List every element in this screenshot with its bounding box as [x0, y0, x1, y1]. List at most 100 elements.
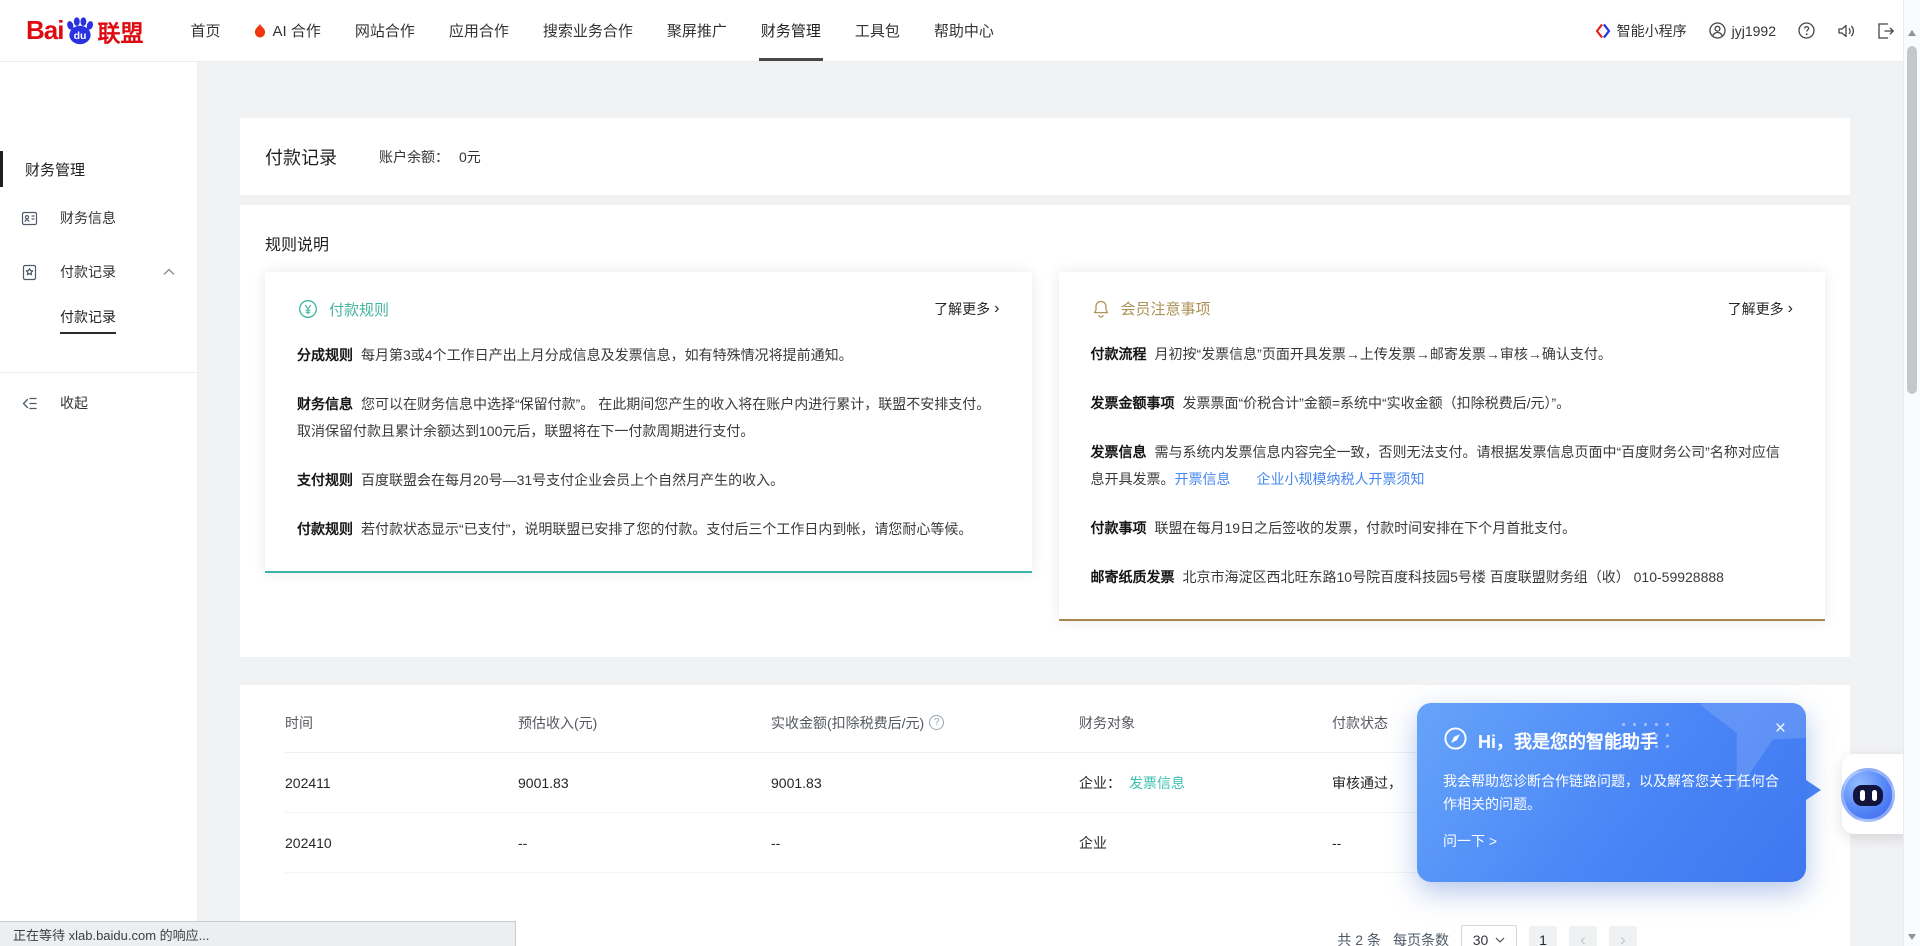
page-size-select[interactable]: 30	[1461, 925, 1517, 946]
sidebar-subitem-payment-records[interactable]: 付款记录	[0, 300, 197, 340]
learn-more-link[interactable]: 了解更多›	[1728, 299, 1793, 319]
table-cell: 9001.83	[518, 775, 771, 791]
smart-mini-program-link[interactable]: 智能小程序	[1595, 21, 1687, 41]
logo-bai-text: Bai	[26, 15, 63, 46]
browser-status-bar: 正在等待 xlab.baidu.com 的响应...	[0, 921, 516, 946]
close-icon[interactable]: ×	[1775, 719, 1786, 738]
sidebar-collapse-button[interactable]: 收起	[0, 383, 197, 423]
ask-link[interactable]: 问一下 >	[1443, 831, 1780, 851]
learn-more-link[interactable]: 了解更多›	[934, 299, 999, 319]
nav-item[interactable]: 工具包	[838, 0, 917, 62]
column-header-label: 时间	[285, 713, 313, 733]
assistant-robot-button[interactable]	[1841, 768, 1895, 822]
assistant-popup-tail	[1806, 780, 1821, 800]
balance-value: 0元	[459, 147, 481, 167]
nav-item[interactable]: 首页	[173, 0, 237, 62]
sidebar-items: 财务信息付款记录	[0, 191, 197, 299]
logo-union-text: 联盟	[97, 14, 143, 48]
flame-icon	[254, 23, 266, 38]
sidebar-section-title[interactable]: 财务管理	[0, 150, 197, 188]
rule-item-text: 百度联盟会在每月20号—31号支付企业会员上个自然月产生的收入。	[361, 472, 784, 488]
rule-item-text: 若付款状态显示“已支付”，说明联盟已安排了您的付款。支付后三个工作日内到帐，请您…	[361, 521, 972, 537]
finance-object: 企业：	[1079, 775, 1121, 791]
learn-more-label: 了解更多	[1728, 299, 1784, 319]
table-cell: --	[771, 835, 1079, 851]
column-header-label: 财务对象	[1079, 713, 1135, 733]
rule-item: 分成规则每月第3或4个工作日产出上月分成信息及发票信息，如有特殊情况将提前通知。	[297, 342, 1000, 369]
help-tooltip-icon[interactable]: ?	[929, 715, 944, 730]
user-account[interactable]: jyj1992	[1709, 22, 1776, 39]
prev-icon: ‹	[1580, 930, 1586, 946]
baidu-paw-icon: du	[64, 16, 96, 45]
topbar-right: 智能小程序 jyj1992	[1595, 21, 1894, 41]
rule-item: 财务信息您可以在财务信息中选择“保留付款”。 在此期间您产生的收入将在账户内进行…	[297, 391, 1000, 445]
nav-item[interactable]: 应用合作	[432, 0, 526, 62]
collapse-label: 收起	[60, 393, 88, 413]
baidu-union-logo[interactable]: Bai du 联盟	[26, 14, 143, 48]
finance-info-icon	[21, 210, 43, 227]
page-size-label: 每页条数	[1393, 930, 1449, 946]
rule-item-label: 发票信息	[1091, 444, 1147, 460]
column-header: 预估收入(元)	[518, 713, 771, 733]
next-page-button[interactable]: ›	[1609, 926, 1637, 946]
nav-item[interactable]: 帮助中心	[917, 0, 1011, 62]
rule-item-label: 发票金额事项	[1091, 395, 1175, 411]
rule-card-title: 会员注意事项	[1121, 298, 1211, 319]
page-title: 付款记录	[265, 144, 337, 170]
scroll-up-arrow[interactable]	[1908, 30, 1916, 36]
invoice-info-link[interactable]: 发票信息	[1129, 775, 1185, 791]
chevron-right-icon: ›	[1788, 301, 1793, 317]
scroll-down-arrow[interactable]	[1908, 934, 1916, 940]
nav-item-label: 网站合作	[355, 20, 415, 41]
next-icon: ›	[1620, 930, 1626, 946]
vertical-scrollbar[interactable]	[1903, 0, 1920, 946]
user-icon	[1709, 22, 1726, 39]
learn-more-label: 了解更多	[934, 299, 990, 319]
table-cell: 企业： 发票信息	[1079, 773, 1332, 793]
chevron-right-icon: ›	[994, 301, 999, 317]
rule-card: 会员注意事项 了解更多› 付款流程月初按“发票信息”页面开具发票→上传发票→邮寄发票…	[1059, 272, 1826, 621]
sidebar-item[interactable]: 付款记录	[0, 245, 197, 299]
top-navigation-bar: Bai du 联盟 首页AI 合作网站合作应用合作搜索业务合作聚屏推广财务管理 工…	[0, 0, 1920, 62]
nav-item-label: 工具包	[855, 20, 900, 41]
rule-item-text: 每月第3或4个工作日产出上月分成信息及发票信息，如有特殊情况将提前通知。	[361, 347, 853, 363]
scrollbar-thumb[interactable]	[1907, 46, 1917, 394]
rule-item: 发票信息需与系统内发票信息内容完全一致，否则无法支付。请根据发票信息页面中“百度…	[1091, 439, 1794, 493]
table-cell: 202410	[285, 835, 518, 851]
payment-record-icon	[21, 264, 43, 281]
sidebar-subitem-label: 付款记录	[60, 307, 116, 334]
nav-item[interactable]: 财务管理	[744, 0, 838, 62]
username: jyj1992	[1732, 23, 1776, 39]
sidebar-divider	[0, 372, 198, 373]
sound-icon[interactable]	[1837, 23, 1855, 39]
rule-item-link[interactable]: 企业小规模纳税人开票须知	[1257, 471, 1425, 487]
main-nav: 首页AI 合作网站合作应用合作搜索业务合作聚屏推广财务管理 工具包帮助中心	[173, 0, 1010, 62]
column-header-label: 实收金额(扣除税费后/元)	[771, 713, 924, 733]
rule-item-link[interactable]: 开票信息	[1175, 471, 1231, 487]
column-header-label: 预估收入(元)	[518, 713, 597, 733]
sidebar-item[interactable]: 财务信息	[0, 191, 197, 245]
nav-item[interactable]: 聚屏推广	[650, 0, 744, 62]
rule-item: 付款流程月初按“发票信息”页面开具发票→上传发票→邮寄发票→审核→确认支付。	[1091, 341, 1794, 368]
sidebar-item-label: 付款记录	[60, 262, 116, 282]
account-balance: 账户余额： 0元	[379, 147, 481, 167]
column-header: 时间	[285, 713, 518, 733]
prev-page-button[interactable]: ‹	[1569, 926, 1597, 946]
rule-item-label: 邮寄纸质发票	[1091, 569, 1175, 585]
rule-card: 付款规则了解更多›分成规则每月第3或4个工作日产出上月分成信息及发票信息，如有特…	[265, 272, 1032, 573]
rule-item-text: 联盟在每月19日之后签收的发票，付款时间安排在下个月首批支付。	[1155, 520, 1577, 536]
help-icon[interactable]	[1798, 22, 1815, 39]
nav-item[interactable]: 网站合作	[338, 0, 432, 62]
assistant-title: Hi，我是您的智能助手	[1478, 728, 1658, 754]
page-header-card: 付款记录 账户余额： 0元	[240, 118, 1850, 195]
rule-item: 邮寄纸质发票北京市海淀区西北旺东路10号院百度科技园5号楼 百度联盟财务组（收）…	[1091, 564, 1794, 591]
rules-section-title: 规则说明	[265, 231, 1825, 255]
logout-icon[interactable]	[1877, 23, 1894, 39]
sidebar-section-title-label: 财务管理	[25, 159, 85, 180]
nav-item-label: 财务管理	[761, 20, 821, 41]
rule-item-text: 月初按“发票信息”页面开具发票→上传发票→邮寄发票→审核→确认支付。	[1155, 346, 1612, 362]
rule-item-label: 付款事项	[1091, 520, 1147, 536]
page-number-button[interactable]: 1	[1529, 926, 1557, 946]
nav-item[interactable]: AI 合作	[237, 0, 337, 62]
nav-item[interactable]: 搜索业务合作	[526, 0, 650, 62]
